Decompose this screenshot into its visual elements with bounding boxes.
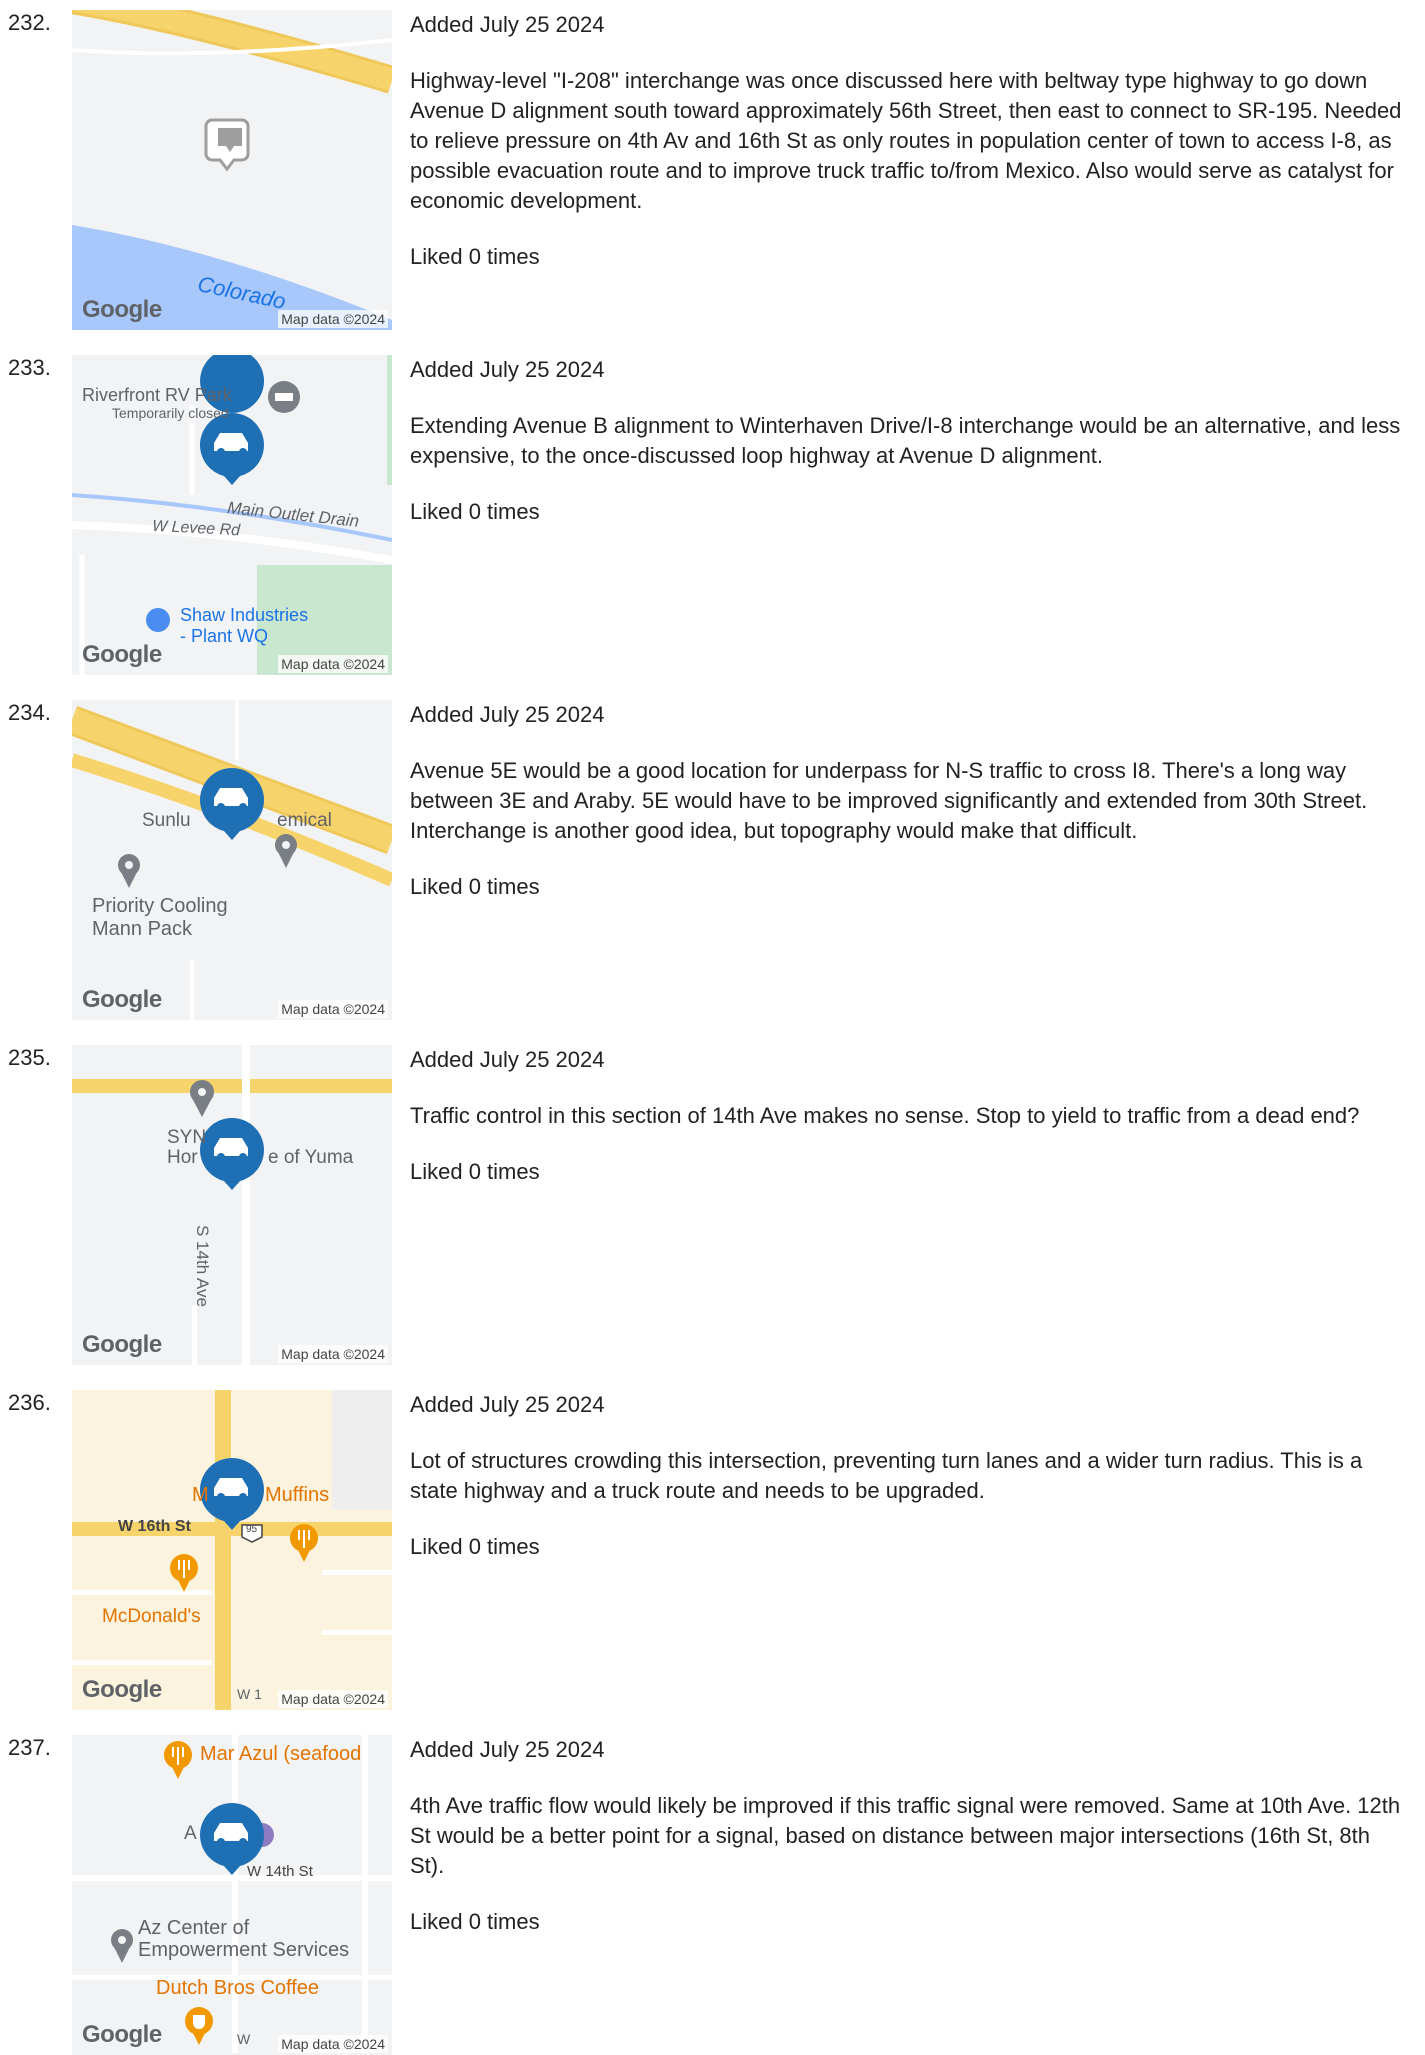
entry-text: Added July 25 2024 Highway-level "I-208"…: [410, 10, 1410, 272]
map-label: Mann Pack: [92, 918, 193, 940]
entry-number: 234.: [8, 700, 51, 725]
google-logo: Google: [82, 986, 162, 1013]
map-thumbnail[interactable]: SYN Hor e of Yuma S 14th Ave Google Map …: [72, 1045, 392, 1365]
entry-description: Lot of structures crowding this intersec…: [410, 1448, 1363, 1503]
map-label: Empowerment Services: [138, 1939, 350, 1961]
map-attribution[interactable]: Map data ©2024: [278, 655, 388, 673]
google-logo: Google: [82, 1331, 162, 1358]
map-label: - Plant WQ: [180, 626, 269, 646]
entry-number: 233.: [8, 355, 51, 380]
map-attribution[interactable]: Map data ©2024: [278, 2035, 388, 2053]
map-attribution[interactable]: Map data ©2024: [278, 310, 388, 328]
entry-description: Traffic control in this section of 14th …: [410, 1103, 1360, 1128]
entry-234: 234. Sunlu emical Priority Cooling Mann …: [0, 690, 1425, 1020]
map-thumbnail[interactable]: Sunlu emical Priority Cooling Mann Pack …: [72, 700, 392, 1020]
entry-235: 235. SYN Hor e of Yuma S 14th Ave Google…: [0, 1035, 1425, 1365]
entry-date: Added July 25 2024: [410, 1392, 605, 1417]
entry-likes: Liked 0 times: [410, 244, 540, 269]
map-background: [72, 1390, 392, 1710]
map-label: Shaw Industries: [180, 605, 309, 625]
entry-text: Added July 25 2024 Traffic control in th…: [410, 1045, 1410, 1187]
entry-text: Added July 25 2024 Extending Avenue B al…: [410, 355, 1410, 527]
entry-text: Added July 25 2024 Lot of structures cro…: [410, 1390, 1410, 1562]
map-label: A: [184, 1823, 197, 1844]
entry-description: Avenue 5E would be a good location for u…: [410, 758, 1368, 843]
entry-likes: Liked 0 times: [410, 1534, 540, 1559]
entry-date: Added July 25 2024: [410, 1737, 605, 1762]
map-label: M: [192, 1484, 209, 1506]
map-label: W 1: [237, 1686, 262, 1702]
google-logo: Google: [82, 296, 162, 323]
entry-text: Added July 25 2024 4th Ave traffic flow …: [410, 1735, 1410, 1937]
entry-number: 236.: [8, 1390, 51, 1415]
map-attribution[interactable]: Map data ©2024: [278, 1000, 388, 1018]
map-attribution[interactable]: Map data ©2024: [278, 1345, 388, 1363]
map-label: emical: [277, 810, 332, 831]
map-label: W 14th St: [247, 1863, 313, 1880]
map-thumbnail[interactable]: Mar Azul (seafood A W 14th St Az Center …: [72, 1735, 392, 2055]
entry-232: 232. Colorado Google Map data ©2024 Adde…: [0, 0, 1425, 330]
entry-236: 236. M Muffins W 16th St 95 McDonald's W…: [0, 1380, 1425, 1710]
entry-description: Extending Avenue B alignment to Winterha…: [410, 413, 1401, 468]
map-thumbnail[interactable]: Riverfront RV Park Temporarily closed Ma…: [72, 355, 392, 675]
entry-text: Added July 25 2024 Avenue 5E would be a …: [410, 700, 1410, 902]
map-label: Temporarily closed: [112, 405, 229, 421]
map-label: Riverfront RV Park: [82, 385, 232, 405]
entry-likes: Liked 0 times: [410, 1909, 540, 1934]
google-logo: Google: [82, 2021, 162, 2048]
map-thumbnail[interactable]: M Muffins W 16th St 95 McDonald's W 1 Go…: [72, 1390, 392, 1710]
entry-likes: Liked 0 times: [410, 499, 540, 524]
entry-date: Added July 25 2024: [410, 357, 605, 382]
entry-likes: Liked 0 times: [410, 874, 540, 899]
entry-date: Added July 25 2024: [410, 1047, 605, 1072]
entry-number: 235.: [8, 1045, 51, 1070]
entry-date: Added July 25 2024: [410, 12, 605, 37]
entry-description: Highway-level "I-208" interchange was on…: [410, 68, 1402, 213]
map-label: e of Yuma: [268, 1147, 354, 1168]
entry-description: 4th Ave traffic flow would likely be imp…: [410, 1793, 1401, 1878]
map-label: Dutch Bros Coffee: [156, 1977, 320, 1999]
map-label: W: [237, 2031, 251, 2047]
map-label: Muffins: [265, 1484, 330, 1506]
entry-date: Added July 25 2024: [410, 702, 605, 727]
map-label: W 16th St: [118, 1518, 191, 1535]
map-label: Mar Azul (seafood: [200, 1743, 362, 1765]
map-label: S 14th Ave: [193, 1225, 212, 1307]
map-label: Sunlu: [142, 810, 191, 831]
map-thumbnail[interactable]: Colorado Google Map data ©2024: [72, 10, 392, 330]
map-label: 95: [246, 1524, 258, 1535]
google-logo: Google: [82, 1676, 162, 1703]
entry-number: 237.: [8, 1735, 51, 1760]
entry-233: 233. Riverfront RV Park Temporarily clos…: [0, 345, 1425, 675]
entry-237: 237. Mar Azul (seafood A W 14th St Az Ce…: [0, 1725, 1425, 2055]
map-label: McDonald's: [102, 1606, 201, 1627]
entry-number: 232.: [8, 10, 51, 35]
map-label: Az Center of: [138, 1917, 250, 1939]
map-label: Priority Cooling: [92, 895, 228, 917]
map-background: [72, 1045, 392, 1365]
map-attribution[interactable]: Map data ©2024: [278, 1690, 388, 1708]
map-label: SYN: [167, 1127, 207, 1148]
map-label: Hor: [167, 1147, 198, 1168]
google-logo: Google: [82, 641, 162, 668]
entry-likes: Liked 0 times: [410, 1159, 540, 1184]
map-background: [72, 700, 392, 1020]
map-background: [72, 1735, 392, 2053]
